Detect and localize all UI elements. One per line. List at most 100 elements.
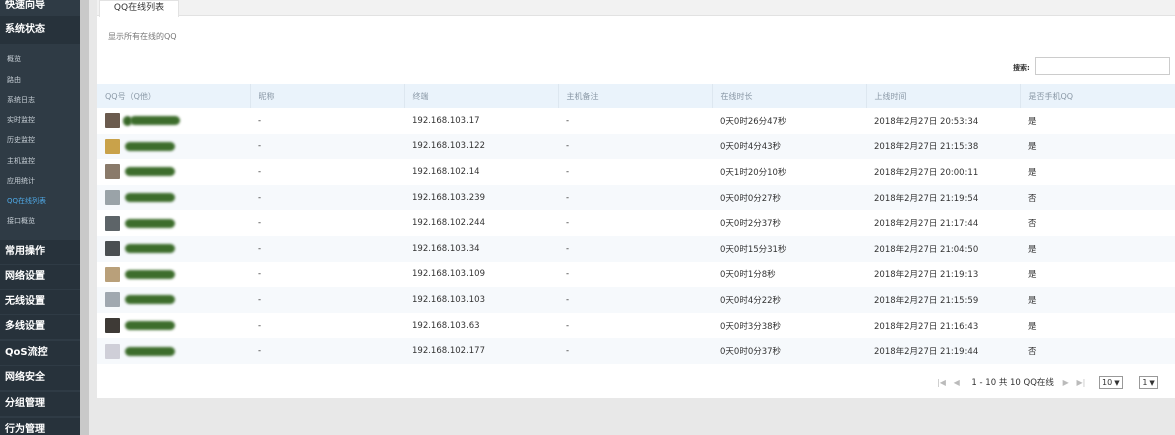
host-note-cell: - <box>558 184 712 211</box>
page-number-select[interactable]: 1 ▼ <box>1139 376 1158 389</box>
sidebar: 快速向导 系统状态 概览 路由 系统日志 实时监控 历史监控 主机监控 应用统计… <box>0 0 80 435</box>
mobile-cell: 是 <box>1020 235 1175 262</box>
sidebar-item-app-stats[interactable]: 应用统计 <box>0 174 80 188</box>
column-header-mobile[interactable]: 是否手机QQ <box>1020 84 1175 108</box>
column-header-duration[interactable]: 在线时长 <box>712 84 867 108</box>
table-row[interactable]: 2-192.168.103.17-0天0时26分47秒 2018年2月27日 20… <box>97 108 1175 134</box>
nickname-cell: - <box>258 166 262 177</box>
qq-number-mask <box>125 244 175 254</box>
sidebar-scroll-strip <box>80 0 89 435</box>
avatar <box>105 215 120 231</box>
qq-number-mask <box>125 269 175 279</box>
mobile-cell: 是 <box>1028 116 1037 127</box>
sidebar-section-network-settings[interactable]: 网络设置 <box>0 265 80 289</box>
avatar <box>105 266 120 282</box>
sidebar-item-route[interactable]: 路由 <box>0 73 80 87</box>
sidebar-section-behavior-management[interactable]: 行为管理 <box>0 418 80 435</box>
sidebar-section-group-management[interactable]: 分组管理 <box>0 392 80 416</box>
column-header-qq[interactable]: QQ号（Q他） <box>97 84 251 108</box>
host-note-cell: - <box>566 269 570 280</box>
column-header-nickname[interactable]: 昵称 <box>250 84 405 108</box>
sidebar-item-host-monitor[interactable]: 主机监控 <box>0 154 80 168</box>
chevron-down-icon: ▼ <box>1114 379 1120 387</box>
table-row[interactable]: -192.168.103.103-0天0时4分22秒 2018年2月27日 21:… <box>97 287 1175 313</box>
sidebar-section-system-status[interactable]: 系统状态 <box>0 16 80 44</box>
column-header-host-note[interactable]: 主机备注 <box>558 84 713 108</box>
prev-page-icon[interactable]: ◀ <box>954 378 960 387</box>
table-row[interactable]: - 192.168.103.63 - 0天0时3分38秒 2018年2月27日 21:1… <box>97 313 1175 339</box>
tab-qq-online-list[interactable]: QQ在线列表 <box>99 0 179 17</box>
nickname-cell: - <box>258 269 262 280</box>
mobile-cell: 是 <box>1028 321 1037 332</box>
avatar <box>105 241 120 257</box>
table-row[interactable]: -192.168.103.239-0天0时0分27秒 2018年2月27日 21:… <box>97 184 1175 211</box>
tab-bar: QQ在线列表 <box>97 0 1175 17</box>
next-page-icon[interactable]: ▶ <box>1063 378 1069 387</box>
host-note-cell: - <box>566 115 570 126</box>
nickname-cell: - <box>250 338 404 364</box>
online-time-cell: 2018年2月27日 21:04:50 <box>866 235 1020 262</box>
qq-cell <box>97 287 250 313</box>
duration-cell: 0天0时3分38秒 <box>720 321 782 332</box>
mobile-cell: 否 <box>1020 184 1175 211</box>
avatar <box>105 318 120 334</box>
page-description: 显示所有在线的QQ <box>108 32 177 41</box>
column-header-online-time[interactable]: 上线时间 <box>866 84 1021 108</box>
terminal-cell: 192.168.102.14 <box>412 166 480 177</box>
mobile-cell: 是 <box>1020 133 1175 160</box>
table-row[interactable]: - 192.168.103.109 - 0天0时1分8秒 2018年2月27日 21:1… <box>97 262 1175 288</box>
host-note-cell: - <box>558 235 712 262</box>
qq-number-mask <box>125 218 175 228</box>
sidebar-item-realtime-monitor[interactable]: 实时监控 <box>0 113 80 127</box>
avatar <box>105 343 120 359</box>
sidebar-section-network-security[interactable]: 网络安全 <box>0 366 80 390</box>
sidebar-item-history-monitor[interactable]: 历史监控 <box>0 133 80 147</box>
table-header-row: QQ号（Q他） 昵称 终端 主机备注 在线时长 上线时间 是否手机QQ <box>97 84 1175 108</box>
qq-number-mask <box>125 193 175 203</box>
qq-cell <box>97 133 250 160</box>
terminal-cell: 192.168.103.34 <box>404 235 558 262</box>
online-time-cell: 2018年2月27日 21:15:38 <box>866 133 1020 160</box>
sidebar-section-common-ops[interactable]: 常用操作 <box>0 240 80 264</box>
qq-number-mask <box>125 167 175 177</box>
sidebar-item-system-log[interactable]: 系统日志 <box>0 93 80 107</box>
column-header-terminal[interactable]: 终端 <box>404 84 559 108</box>
first-page-icon[interactable]: |◀ <box>937 378 946 387</box>
page-number-value: 1 <box>1142 378 1148 387</box>
nickname-cell: - <box>250 287 404 313</box>
online-time-cell: 2018年2月27日 21:19:13 <box>874 270 979 281</box>
sidebar-section-multiline-settings[interactable]: 多线设置 <box>0 315 80 339</box>
duration-cell: 0天0时0分37秒 <box>712 338 866 364</box>
table-row[interactable]: - 192.168.102.244 - 0天0时2分37秒 2018年2月27日 21:… <box>97 210 1175 236</box>
page-size-select[interactable]: 10 ▼ <box>1099 376 1123 389</box>
sidebar-item-qq-online-list[interactable]: QQ在线列表 <box>0 194 80 208</box>
search-input[interactable] <box>1035 57 1170 75</box>
avatar <box>105 164 120 180</box>
qq-cell <box>97 184 250 211</box>
duration-cell: 0天0时4分43秒 <box>712 133 866 160</box>
table-row[interactable]: -192.168.103.122-0天0时4分43秒 2018年2月27日 21:… <box>97 133 1175 160</box>
last-page-icon[interactable]: ▶| <box>1076 378 1085 387</box>
sidebar-item-interface-overview[interactable]: 接口概览 <box>0 214 80 228</box>
sidebar-item-overview[interactable]: 概览 <box>0 52 80 66</box>
host-note-cell: - <box>566 320 570 331</box>
host-note-cell: - <box>566 218 570 229</box>
table-row[interactable]: -192.168.102.177-0天0时0分37秒 2018年2月27日 21:… <box>97 338 1175 364</box>
nickname-cell: - <box>258 320 262 331</box>
duration-cell: 0天0时2分37秒 <box>720 219 782 230</box>
terminal-cell: 192.168.103.109 <box>412 269 486 280</box>
qq-cell <box>97 313 250 339</box>
online-time-cell: 2018年2月27日 21:15:59 <box>866 287 1020 313</box>
page-size-value: 10 <box>1102 378 1113 387</box>
content-footer-area <box>97 398 1175 435</box>
nickname-cell: - <box>250 184 404 211</box>
table-row[interactable]: -192.168.103.34-0天0时15分31秒 2018年2月27日 21:… <box>97 235 1175 262</box>
table-row[interactable]: - 192.168.102.14 - 0天1时20分10秒 2018年2月27日 20:… <box>97 159 1175 185</box>
terminal-cell: 192.168.102.244 <box>412 218 486 229</box>
nickname-cell: - <box>258 218 262 229</box>
sidebar-section-wireless-settings[interactable]: 无线设置 <box>0 290 80 314</box>
sidebar-section-qos[interactable]: QoS流控 <box>0 341 80 365</box>
chevron-down-icon: ▼ <box>1149 379 1155 387</box>
sidebar-item-quick-guide[interactable]: 快速向导 <box>0 0 80 12</box>
host-note-cell: - <box>558 133 712 160</box>
